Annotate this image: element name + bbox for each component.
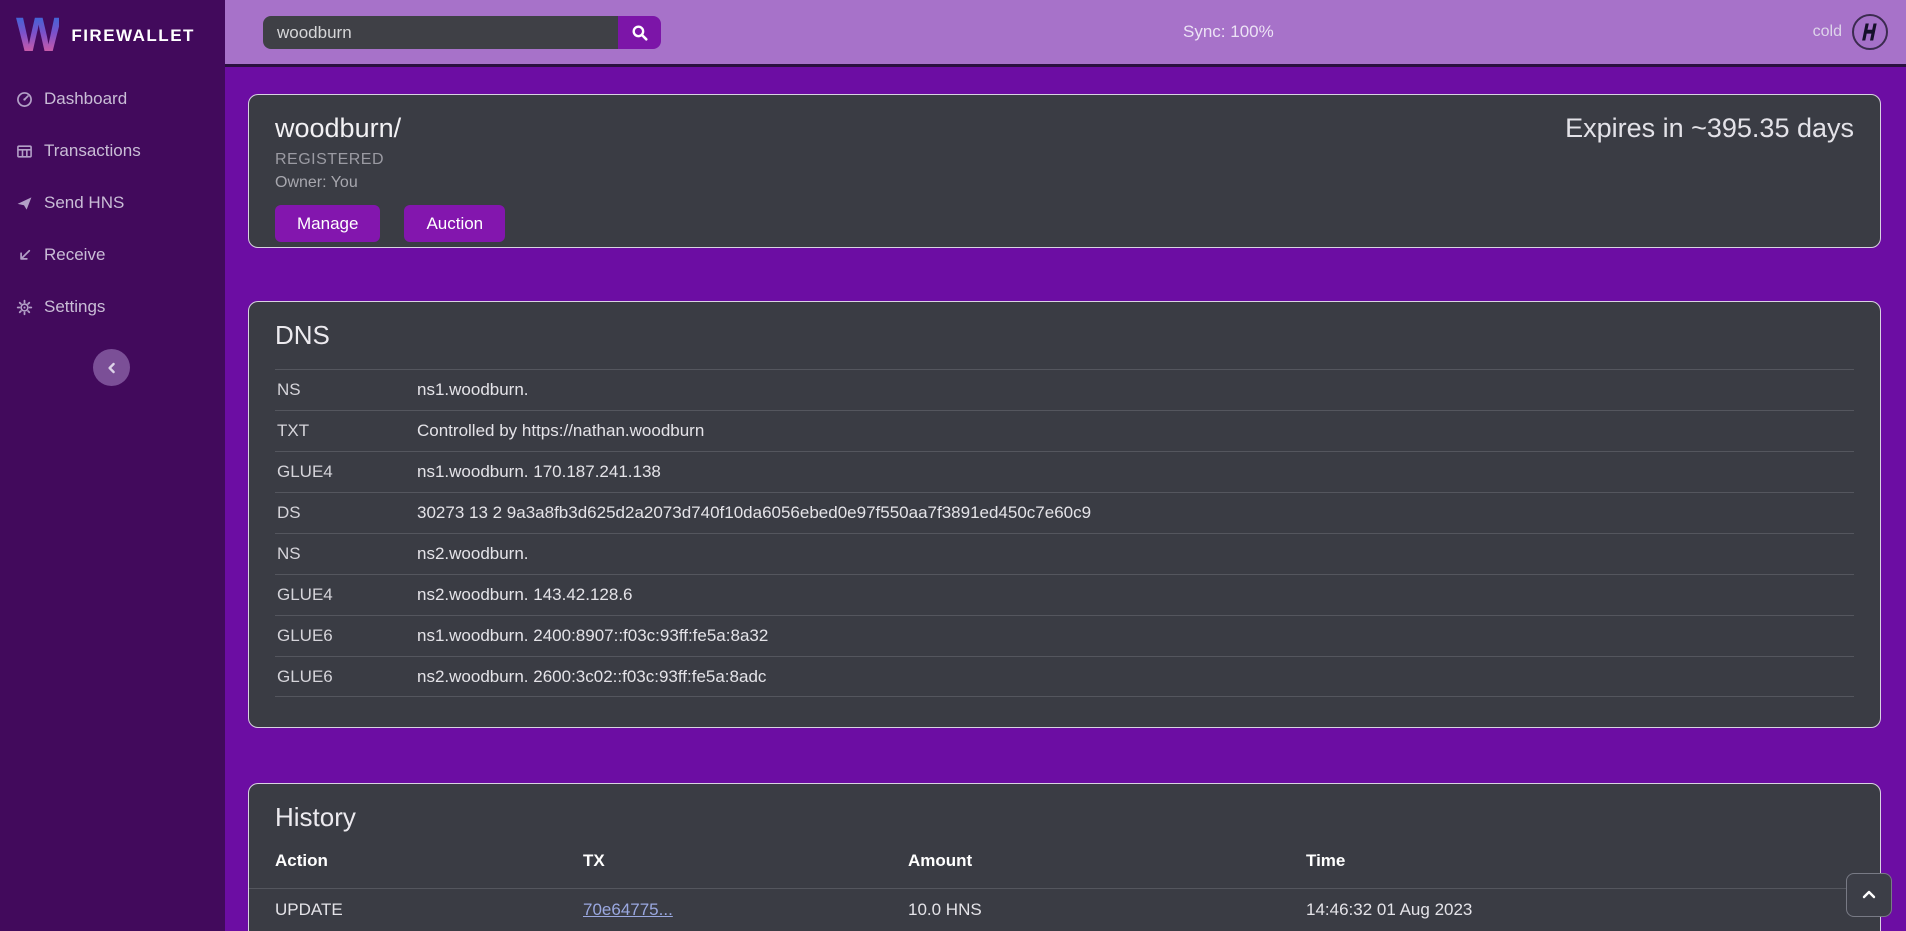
tx-link[interactable]: 70e64775... (583, 900, 673, 919)
dns-card-title: DNS (275, 320, 1854, 351)
handshake-logo-button[interactable] (1852, 14, 1888, 50)
history-col-amount: Amount (908, 851, 1306, 871)
dns-record-value: ns1.woodburn. 2400:8907::f03c:93ff:fe5a:… (417, 626, 768, 646)
gear-icon (16, 299, 33, 316)
scroll-to-top-button[interactable] (1846, 873, 1892, 917)
dashboard-gauge-icon (16, 91, 33, 108)
auction-button[interactable]: Auction (404, 205, 505, 242)
receive-arrow-icon (16, 247, 33, 264)
wallet-name-badge[interactable]: cold (1813, 23, 1842, 41)
table-icon (16, 143, 33, 160)
manage-button[interactable]: Manage (275, 205, 380, 242)
dns-record-type: GLUE6 (275, 626, 417, 646)
search-button[interactable] (618, 16, 661, 49)
dns-record-row: NS ns2.woodburn. (275, 533, 1854, 574)
brand-name: FIREWALLET (71, 26, 195, 46)
sidebar-item-transactions[interactable]: Transactions (0, 136, 225, 166)
sidebar-collapse-button[interactable] (93, 349, 130, 386)
history-time: 14:46:32 01 Aug 2023 (1306, 900, 1854, 920)
dns-record-type: GLUE6 (275, 667, 417, 687)
dns-record-value: ns2.woodburn. 143.42.128.6 (417, 585, 633, 605)
sidebar-item-receive[interactable]: Receive (0, 240, 225, 270)
handshake-logo-icon (1858, 20, 1882, 44)
search-icon (631, 24, 649, 42)
search-bar (263, 16, 661, 49)
sidebar-item-dashboard[interactable]: Dashboard (0, 84, 225, 114)
search-input[interactable] (263, 16, 618, 49)
topbar: Sync: 100% cold (225, 0, 1906, 67)
chevron-left-icon (104, 360, 120, 376)
sidebar-item-settings[interactable]: Settings (0, 292, 225, 322)
dns-record-value: ns2.woodburn. (417, 544, 529, 564)
dns-record-value: ns2.woodburn. 2600:3c02::f03c:93ff:fe5a:… (417, 667, 766, 687)
sidebar-item-send-hns[interactable]: Send HNS (0, 188, 225, 218)
dns-card: DNS NS ns1.woodburn. TXT Controlled by h… (248, 301, 1881, 728)
dns-record-row: GLUE6 ns2.woodburn. 2600:3c02::f03c:93ff… (275, 656, 1854, 697)
firewallet-logo-icon: W (16, 12, 59, 60)
dns-record-type: GLUE4 (275, 585, 417, 605)
wallet-switcher: cold (1813, 0, 1888, 64)
dns-record-row: GLUE4 ns1.woodburn. 170.187.241.138 (275, 451, 1854, 492)
dns-record-type: TXT (275, 421, 417, 441)
sidebar: W FIREWALLET Dashboard Transactions Send… (0, 0, 225, 931)
history-action: UPDATE (275, 900, 583, 920)
dns-record-type: DS (275, 503, 417, 523)
dns-record-row: NS ns1.woodburn. (275, 369, 1854, 410)
dns-record-row: DS 30273 13 2 9a3a8fb3d625d2a2073d740f10… (275, 492, 1854, 533)
dns-record-type: GLUE4 (275, 462, 417, 482)
domain-expiry: Expires in ~395.35 days (1565, 113, 1854, 144)
dns-record-value: 30273 13 2 9a3a8fb3d625d2a2073d740f10da6… (417, 503, 1091, 523)
sidebar-item-label: Transactions (44, 141, 141, 161)
brand-header[interactable]: W FIREWALLET (0, 0, 225, 70)
dns-record-value: ns1.woodburn. (417, 380, 529, 400)
dns-record-row: GLUE4 ns2.woodburn. 143.42.128.6 (275, 574, 1854, 615)
sync-status: Sync: 100% (1183, 0, 1274, 64)
history-row: UPDATE 70e64775... 10.0 HNS 14:46:32 01 … (249, 889, 1880, 931)
domain-status: REGISTERED (275, 151, 1854, 169)
history-header-row: Action TX Amount Time (249, 833, 1880, 889)
sidebar-item-label: Dashboard (44, 89, 127, 109)
send-plane-icon (16, 195, 33, 212)
dns-table: NS ns1.woodburn. TXT Controlled by https… (275, 369, 1854, 697)
dns-record-row: TXT Controlled by https://nathan.woodbur… (275, 410, 1854, 451)
dns-record-row: GLUE6 ns1.woodburn. 2400:8907::f03c:93ff… (275, 615, 1854, 656)
sidebar-item-label: Settings (44, 297, 105, 317)
dns-record-type: NS (275, 380, 417, 400)
sidebar-nav: Dashboard Transactions Send HNS Receive … (0, 84, 225, 322)
history-col-tx: TX (583, 851, 908, 871)
sidebar-item-label: Receive (44, 245, 105, 265)
domain-card: woodburn/ REGISTERED Owner: You Manage A… (248, 94, 1881, 248)
history-amount: 10.0 HNS (908, 900, 1306, 920)
history-col-action: Action (275, 851, 583, 871)
history-card-title: History (249, 802, 1880, 833)
dns-record-value: ns1.woodburn. 170.187.241.138 (417, 462, 661, 482)
dns-record-type: NS (275, 544, 417, 564)
sidebar-item-label: Send HNS (44, 193, 124, 213)
chevron-up-icon (1860, 886, 1878, 904)
history-col-time: Time (1306, 851, 1854, 871)
history-card: History Action TX Amount Time UPDATE 70e… (248, 783, 1881, 931)
dns-record-value: Controlled by https://nathan.woodburn (417, 421, 704, 441)
domain-actions: Manage Auction (275, 205, 1854, 242)
domain-owner: Owner: You (275, 174, 1854, 192)
